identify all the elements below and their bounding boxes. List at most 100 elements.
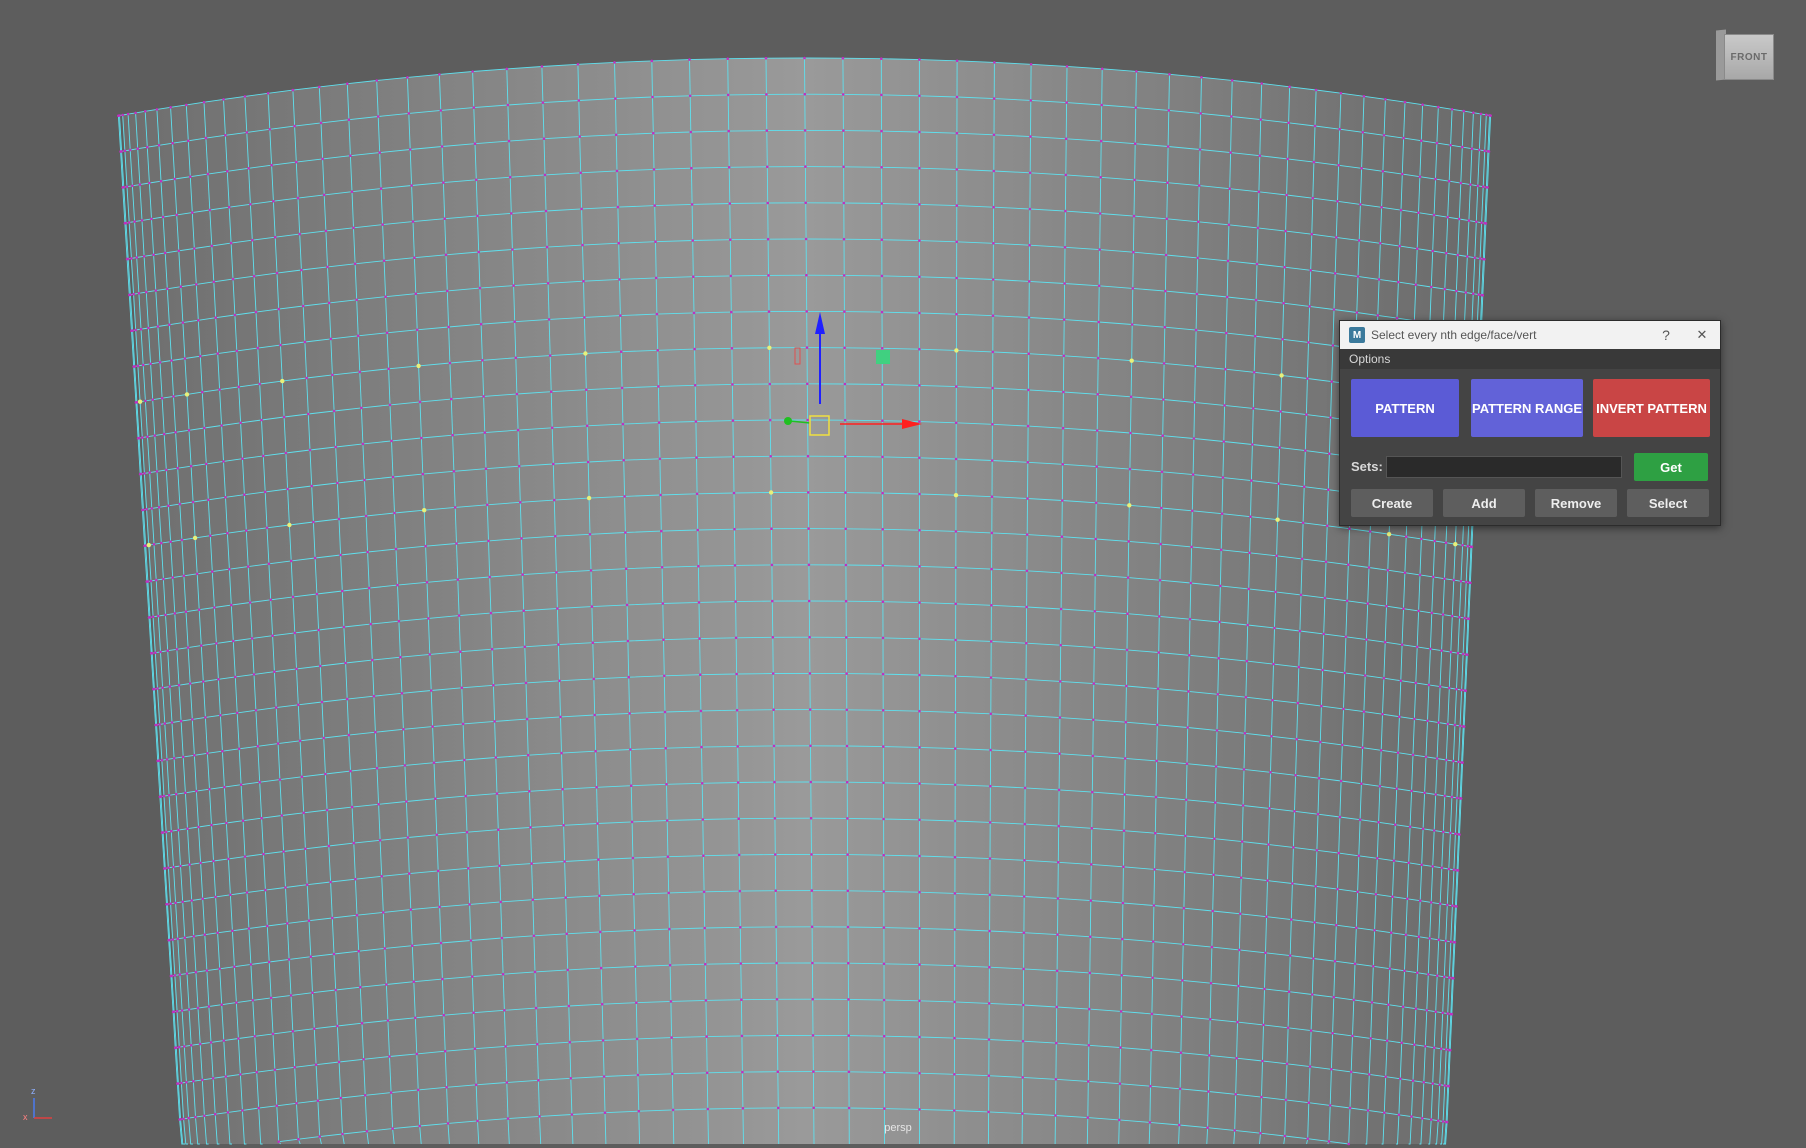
mesh-vertex xyxy=(143,110,147,113)
selected-vertex xyxy=(767,345,772,350)
view-cube[interactable]: FRONT xyxy=(1716,29,1776,82)
mesh-vertex xyxy=(273,1068,277,1072)
mesh-vertex xyxy=(741,1070,744,1074)
mesh-vertex xyxy=(1156,687,1160,690)
mesh-vertex xyxy=(634,965,637,968)
mesh-vertex xyxy=(1322,632,1325,636)
mesh-vertex xyxy=(1093,573,1097,577)
cylinder-mesh[interactable] xyxy=(0,0,1806,1148)
mesh-vertex xyxy=(1306,377,1309,380)
mesh-vertex xyxy=(1384,98,1387,101)
mesh-vertex xyxy=(298,232,302,236)
mesh-vertex xyxy=(689,130,693,134)
mesh-vertex xyxy=(326,265,329,269)
mesh-vertex xyxy=(1065,101,1068,104)
mesh-vertex xyxy=(1455,796,1459,800)
mesh-vertex xyxy=(203,1114,206,1118)
menu-options[interactable]: Options xyxy=(1349,352,1390,366)
mesh-vertex xyxy=(1443,577,1446,580)
view-cube-front-face[interactable]: FRONT xyxy=(1724,34,1774,80)
mesh-vertex xyxy=(332,409,336,413)
mesh-vertex xyxy=(414,1016,417,1020)
help-button[interactable]: ? xyxy=(1648,321,1684,349)
mesh-vertex xyxy=(472,1011,475,1014)
mesh-vertex xyxy=(777,1106,780,1110)
mesh-vertex xyxy=(260,418,263,422)
close-button[interactable]: ✕ xyxy=(1684,321,1720,349)
mesh-vertex xyxy=(186,646,190,649)
mesh-vertex xyxy=(1118,1082,1122,1085)
mesh-vertex xyxy=(880,274,884,278)
pattern-range-button[interactable]: PATTERN RANGE xyxy=(1471,379,1583,437)
mesh-vertex xyxy=(1458,217,1461,221)
mesh-vertex xyxy=(267,562,271,566)
mesh-vertex xyxy=(431,725,434,728)
mesh-vertex xyxy=(170,974,174,978)
get-button[interactable]: Get xyxy=(1634,453,1708,481)
mesh-vertex xyxy=(263,490,267,494)
mesh-vertex xyxy=(1028,207,1032,211)
mesh-vertex xyxy=(988,857,992,860)
mesh-vertex xyxy=(619,350,623,354)
mesh-vertex xyxy=(159,650,162,654)
remove-button[interactable]: Remove xyxy=(1535,489,1617,517)
mesh-vertex xyxy=(331,916,334,920)
mesh-vertex xyxy=(1459,181,1463,185)
mesh-vertex xyxy=(150,217,153,221)
mesh-vertex xyxy=(953,928,957,931)
select-button[interactable]: Select xyxy=(1627,489,1709,517)
mesh-vertex xyxy=(1458,724,1462,728)
mesh-vertex xyxy=(506,1117,510,1120)
sets-input[interactable] xyxy=(1386,456,1622,478)
mesh-vertex xyxy=(1410,1115,1413,1118)
pattern-button[interactable]: PATTERN xyxy=(1351,379,1459,437)
mesh-vertex xyxy=(767,274,770,277)
mesh-vertex xyxy=(181,321,185,324)
mesh-vertex xyxy=(289,559,293,563)
mesh-vertex xyxy=(954,530,958,533)
mesh-vertex xyxy=(618,278,621,281)
mesh-vertex xyxy=(650,59,654,63)
mesh-vertex xyxy=(1414,1007,1418,1010)
mesh-vertex xyxy=(1403,969,1406,973)
mesh-vertex xyxy=(188,682,192,685)
mesh-vertex xyxy=(1481,294,1485,297)
mesh-vertex xyxy=(245,529,248,532)
mesh-vertex xyxy=(365,1130,369,1133)
mesh-vertex xyxy=(1376,857,1379,860)
mesh-vertex xyxy=(1370,1001,1374,1004)
mesh-vertex xyxy=(1441,1011,1444,1015)
mesh-vertex xyxy=(439,941,443,945)
mesh-vertex xyxy=(185,103,188,107)
create-button[interactable]: Create xyxy=(1351,489,1433,517)
mesh-vertex xyxy=(1247,587,1250,591)
mesh-vertex xyxy=(222,460,225,463)
selected-vertex xyxy=(1275,517,1280,522)
3d-viewport[interactable] xyxy=(0,0,1806,1148)
mesh-vertex xyxy=(219,714,222,717)
mesh-vertex xyxy=(170,721,174,724)
mesh-vertex xyxy=(490,647,494,651)
mesh-vertex xyxy=(455,542,458,545)
mesh-vertex xyxy=(1058,716,1062,719)
mesh-vertex xyxy=(694,420,698,423)
mesh-vertex xyxy=(134,328,137,332)
mesh-vertex xyxy=(1193,401,1196,404)
invert-pattern-button[interactable]: INVERT PATTERN xyxy=(1593,379,1710,437)
mesh-vertex xyxy=(615,169,619,173)
mesh-vertex xyxy=(1274,590,1277,594)
mesh-vertex xyxy=(1317,776,1321,780)
mesh-vertex xyxy=(847,998,850,1001)
add-button[interactable]: Add xyxy=(1443,489,1525,517)
mesh-vertex xyxy=(164,830,168,834)
mesh-vertex xyxy=(407,112,411,115)
mesh-vertex xyxy=(378,151,382,154)
mesh-vertex xyxy=(1389,931,1393,934)
mesh-vertex xyxy=(918,818,921,822)
mesh-vertex xyxy=(1226,259,1230,263)
mesh-vertex xyxy=(1403,571,1407,574)
mesh-vertex xyxy=(654,276,658,280)
mesh-vertex xyxy=(1258,154,1262,157)
dialog-titlebar[interactable]: M Select every nth edge/face/vert ? ✕ xyxy=(1340,321,1720,349)
mesh-vertex xyxy=(161,831,165,834)
